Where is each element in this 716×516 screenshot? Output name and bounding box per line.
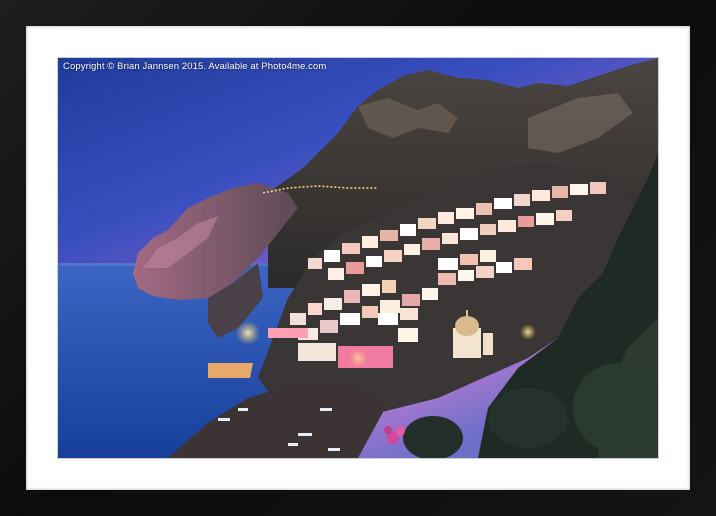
copyright-watermark: Copyright © Brian Jannsen 2015. Availabl… (63, 61, 327, 72)
positano-night-scene (58, 58, 658, 458)
framed-photo: Copyright © Brian Jannsen 2015. Availabl… (58, 58, 658, 458)
